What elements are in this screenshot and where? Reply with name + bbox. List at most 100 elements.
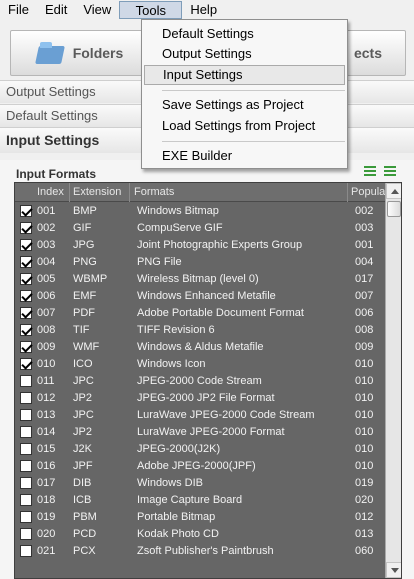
row-format: CompuServe GIF	[137, 222, 223, 234]
row-checkbox[interactable]	[20, 477, 32, 489]
scroll-down-arrow-icon[interactable]	[386, 562, 401, 578]
table-row[interactable]: 005 WBMP Wireless Bitmap (level 0) 017	[15, 271, 385, 288]
column-header-index[interactable]: Index	[37, 186, 64, 198]
row-index: 009	[37, 341, 56, 353]
row-index: 008	[37, 324, 56, 336]
row-checkbox[interactable]	[20, 290, 32, 302]
row-popularity: 010	[355, 358, 374, 370]
table-row[interactable]: 021 PCX Zsoft Publisher's Paintbrush 060	[15, 543, 385, 560]
menu-file[interactable]: File	[0, 1, 37, 19]
row-checkbox[interactable]	[20, 205, 32, 217]
row-extension: JP2	[73, 426, 92, 438]
scroll-up-arrow-icon[interactable]	[386, 183, 401, 199]
projects-button-label: ects	[353, 45, 383, 61]
grid-scrollbar[interactable]	[385, 183, 401, 578]
menu-item-save-settings-as-project[interactable]: Save Settings as Project	[144, 95, 345, 115]
table-row[interactable]: 012 JP2 JPEG-2000 JP2 File Format 010	[15, 390, 385, 407]
row-format: Windows & Aldus Metafile	[137, 341, 264, 353]
row-format: Joint Photographic Experts Group	[137, 239, 303, 251]
table-row[interactable]: 009 WMF Windows & Aldus Metafile 009	[15, 339, 385, 356]
table-row[interactable]: 002 GIF CompuServe GIF 003	[15, 220, 385, 237]
table-row[interactable]: 004 PNG PNG File 004	[15, 254, 385, 271]
table-row[interactable]: 003 JPG Joint Photographic Experts Group 00…	[15, 237, 385, 254]
row-checkbox[interactable]	[20, 511, 32, 523]
table-row[interactable]: 020 PCD Kodak Photo CD 013	[15, 526, 385, 543]
row-popularity: 010	[355, 443, 374, 455]
row-popularity: 010	[355, 460, 374, 472]
row-checkbox[interactable]	[20, 409, 32, 421]
row-checkbox[interactable]	[20, 341, 32, 353]
table-row[interactable]: 019 PBM Portable Bitmap 012	[15, 509, 385, 526]
row-checkbox[interactable]	[20, 273, 32, 285]
row-popularity: 010	[355, 409, 374, 421]
row-checkbox[interactable]	[20, 324, 32, 336]
row-format: Windows Icon	[137, 358, 206, 370]
row-extension: JP2	[73, 392, 92, 404]
row-checkbox[interactable]	[20, 307, 32, 319]
row-index: 015	[37, 443, 56, 455]
scroll-thumb[interactable]	[387, 201, 401, 217]
row-format: LuraWave JPEG-2000 Format	[137, 426, 285, 438]
row-popularity: 006	[355, 307, 374, 319]
row-checkbox[interactable]	[20, 494, 32, 506]
row-extension: BMP	[73, 205, 97, 217]
table-row[interactable]: 006 EMF Windows Enhanced Metafile 007	[15, 288, 385, 305]
row-checkbox[interactable]	[20, 426, 32, 438]
row-popularity: 020	[355, 494, 374, 506]
row-extension: JPC	[73, 375, 94, 387]
row-index: 014	[37, 426, 56, 438]
row-checkbox[interactable]	[20, 256, 32, 268]
row-extension: WMF	[73, 341, 100, 353]
list-view-icon[interactable]	[384, 166, 396, 176]
menu-item-default-settings[interactable]: Default Settings	[144, 24, 345, 44]
folders-button[interactable]: Folders	[10, 30, 150, 76]
folders-button-label: Folders	[72, 45, 124, 61]
check-all-icon[interactable]	[364, 166, 376, 176]
row-checkbox[interactable]	[20, 358, 32, 370]
row-checkbox[interactable]	[20, 375, 32, 387]
menu-separator	[162, 90, 345, 91]
menu-edit[interactable]: Edit	[37, 1, 75, 19]
menu-separator	[162, 141, 345, 142]
row-format: Adobe Portable Document Format	[137, 307, 304, 319]
row-checkbox[interactable]	[20, 443, 32, 455]
table-row[interactable]: 008 TIF TIFF Revision 6 008	[15, 322, 385, 339]
column-header-extension[interactable]: Extension	[73, 186, 121, 198]
menu-item-input-settings[interactable]: Input Settings	[144, 65, 345, 85]
table-row[interactable]: 007 PDF Adobe Portable Document Format 006	[15, 305, 385, 322]
row-extension: PDF	[73, 307, 95, 319]
row-checkbox[interactable]	[20, 222, 32, 234]
table-row[interactable]: 015 J2K JPEG-2000(J2K) 010	[15, 441, 385, 458]
table-row[interactable]: 018 ICB Image Capture Board 020	[15, 492, 385, 509]
row-checkbox[interactable]	[20, 545, 32, 557]
menu-item-load-settings-from-project[interactable]: Load Settings from Project	[144, 116, 345, 136]
row-checkbox[interactable]	[20, 239, 32, 251]
row-format: Windows DIB	[137, 477, 204, 489]
row-index: 001	[37, 205, 56, 217]
input-formats-title: Input Formats	[16, 167, 96, 181]
row-format: Portable Bitmap	[137, 511, 216, 523]
table-row[interactable]: 010 ICO Windows Icon 010	[15, 356, 385, 373]
table-row[interactable]: 013 JPC LuraWave JPEG-2000 Code Stream 010	[15, 407, 385, 424]
row-index: 011	[37, 375, 55, 387]
column-header-formats[interactable]: Formats	[134, 186, 174, 198]
table-row[interactable]: 016 JPF Adobe JPEG-2000(JPF) 010	[15, 458, 385, 475]
row-extension: PBM	[73, 511, 97, 523]
table-row[interactable]: 001 BMP Windows Bitmap 002	[15, 203, 385, 220]
row-index: 013	[37, 409, 56, 421]
row-checkbox[interactable]	[20, 460, 32, 472]
row-checkbox[interactable]	[20, 528, 32, 540]
row-popularity: 013	[355, 528, 374, 540]
row-extension: ICB	[73, 494, 92, 506]
row-checkbox[interactable]	[20, 392, 32, 404]
table-row[interactable]: 011 JPC JPEG-2000 Code Stream 010	[15, 373, 385, 390]
menu-item-output-settings[interactable]: Output Settings	[144, 44, 345, 64]
menu-item-exe-builder[interactable]: EXE Builder	[144, 146, 345, 166]
table-row[interactable]: 017 DIB Windows DIB 019	[15, 475, 385, 492]
table-row[interactable]: 014 JP2 LuraWave JPEG-2000 Format 010	[15, 424, 385, 441]
menu-help[interactable]: Help	[182, 1, 225, 19]
menu-tools[interactable]: Tools	[119, 1, 183, 19]
menu-view[interactable]: View	[75, 1, 119, 19]
row-format: TIFF Revision 6	[137, 324, 215, 336]
row-format: JPEG-2000 JP2 File Format	[137, 392, 275, 404]
